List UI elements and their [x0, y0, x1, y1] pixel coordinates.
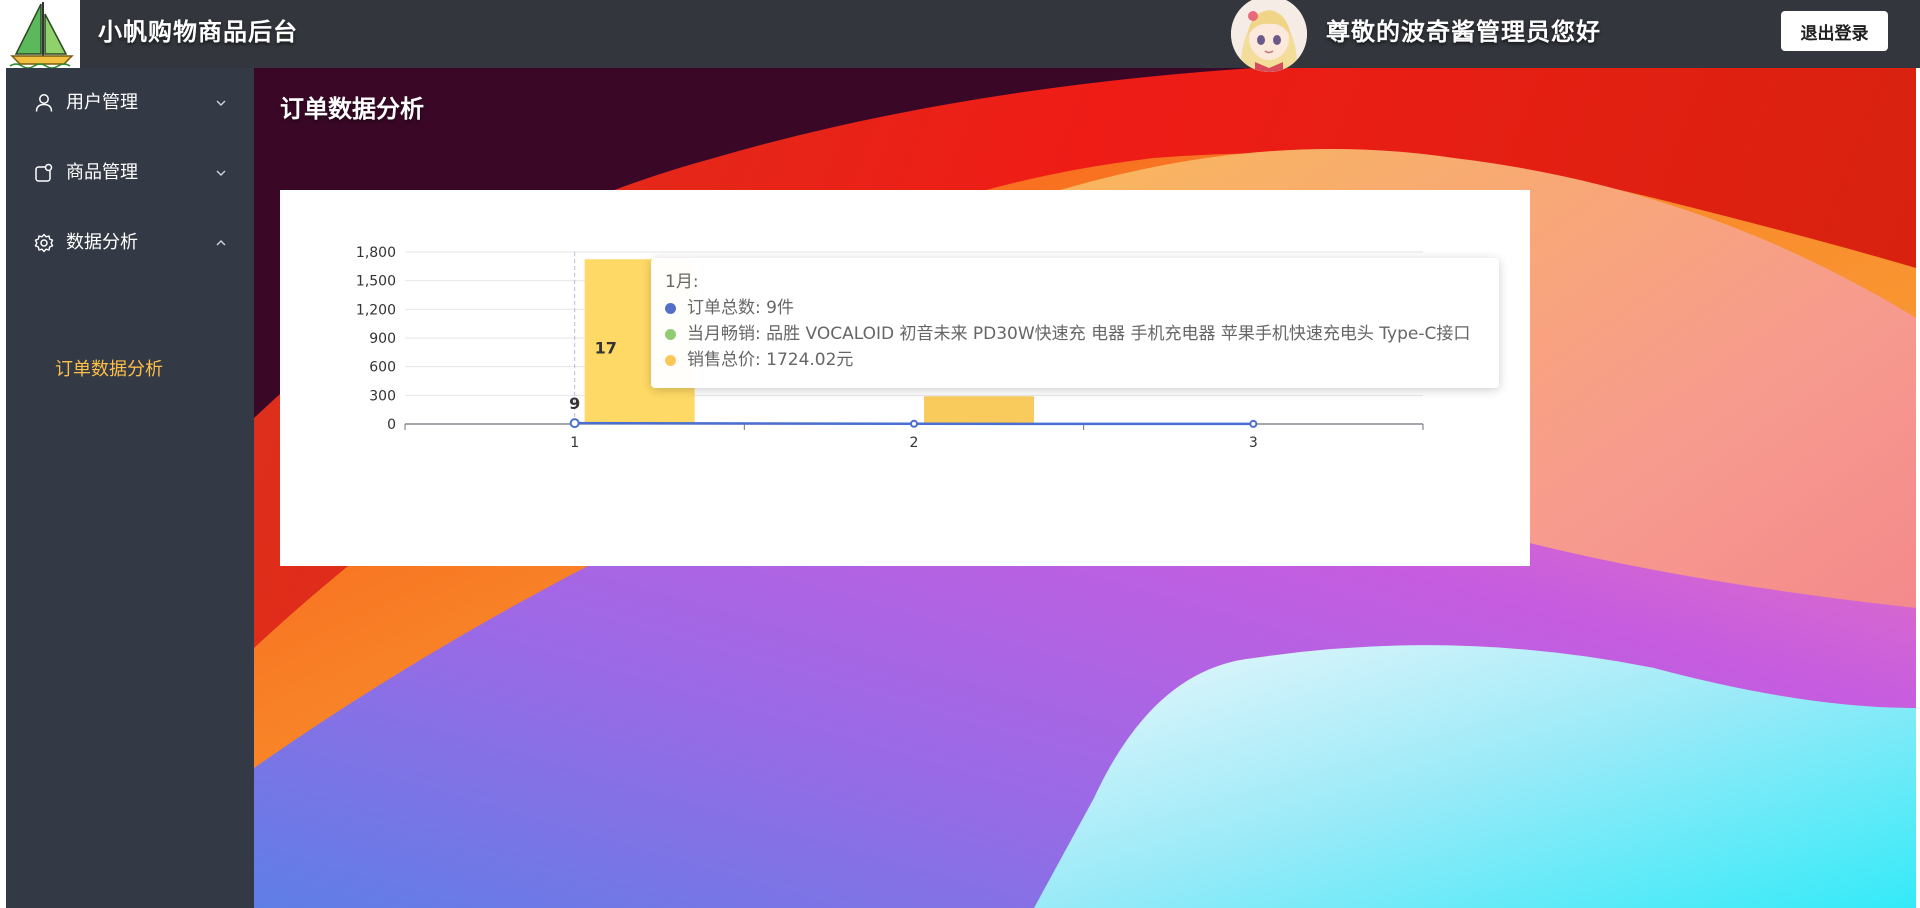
chevron-up-icon — [216, 240, 226, 246]
y-tick-label: 0 — [387, 417, 396, 433]
sidebar-subitem-label: 订单数据分析 — [55, 359, 163, 380]
tooltip-row-text: 订单总数: 9件 — [687, 298, 794, 318]
x-tick-label: 2 — [910, 435, 919, 451]
x-tick-label: 3 — [1249, 435, 1258, 451]
user-icon — [35, 94, 53, 112]
tooltip-row-sales: 销售总价: 1724.02元 — [665, 347, 853, 373]
tooltip-row-orders: 订单总数: 9件 — [665, 295, 794, 321]
sidebar-item-product-management[interactable]: 商品管理 — [6, 138, 254, 208]
admin-avatar — [1231, 0, 1307, 72]
gear-icon — [34, 233, 54, 253]
tooltip-row-text: 销售总价: 1724.02元 — [687, 350, 854, 370]
y-tick-label: 1,500 — [356, 274, 396, 290]
sidebar-item-data-analysis[interactable]: 数据分析 — [6, 208, 254, 278]
orders-line-point — [910, 419, 918, 428]
y-tick-label: 300 — [369, 388, 396, 404]
orders-line-point — [569, 418, 580, 429]
tooltip-row-top-product: 当月畅销: 品胜 VOCALOID 初音未来 PD30W快速充 电器 手机充电器… — [665, 321, 1470, 347]
y-tick-label: 1,200 — [356, 302, 396, 318]
tooltip-row-text: 当月畅销: 品胜 VOCALOID 初音未来 PD30W快速充 电器 手机充电器… — [687, 324, 1471, 344]
app-title: 小帆购物商品后台 — [98, 18, 298, 46]
logout-button[interactable]: 退出登录 — [1781, 11, 1888, 51]
legend-dot-top-product — [665, 328, 676, 340]
legend-dot-orders — [665, 302, 676, 314]
sidebar-item-label: 用户管理 — [66, 92, 138, 113]
greeting-text: 尊敬的波奇酱管理员您好 — [1326, 18, 1601, 46]
line-data-label: 9 — [569, 394, 580, 413]
chart-tooltip: 1月: 订单总数: 9件 当月畅销: 品胜 VOCALOID 初音未来 PD30… — [651, 258, 1499, 388]
product-icon — [35, 163, 53, 182]
y-tick-label: 1,800 — [356, 245, 396, 261]
bar-data-label: 17 — [595, 338, 617, 357]
sidebar: 用户管理 商品管理 数据分析 订单数据分析 — [6, 68, 254, 908]
y-tick-label: 900 — [369, 331, 396, 347]
orders-line-point — [1249, 419, 1258, 428]
sailboat-logo-icon — [6, 0, 80, 69]
x-tick-label: 1 — [570, 435, 579, 451]
sales-bar — [924, 396, 1034, 424]
chevron-down-icon — [216, 100, 226, 106]
left-frame-edge — [0, 0, 6, 908]
legend-dot-sales — [665, 354, 676, 366]
sidebar-item-user-management[interactable]: 用户管理 — [6, 68, 254, 138]
sidebar-subitem-order-analysis[interactable]: 订单数据分析 — [6, 342, 254, 398]
chart-card: 1,800 1,500 1,200 900 600 300 0 9 17 1 2 3 1月: 订单总数… — [280, 190, 1530, 566]
chevron-down-icon — [216, 170, 226, 176]
tooltip-title: 1月: — [665, 272, 699, 292]
sidebar-item-label: 数据分析 — [66, 232, 138, 253]
y-tick-label: 600 — [369, 360, 396, 376]
top-header: 小帆购物商品后台 尊敬的波奇酱管理员您好 退出登录 — [0, 0, 1920, 72]
sidebar-item-label: 商品管理 — [66, 162, 138, 183]
main-content: 订单数据分析 1,800 1,500 1,200 900 600 300 0 9 17 1 2 3 1… — [254, 68, 1916, 908]
right-frame-edge — [1916, 68, 1920, 908]
page-title: 订单数据分析 — [280, 95, 424, 123]
